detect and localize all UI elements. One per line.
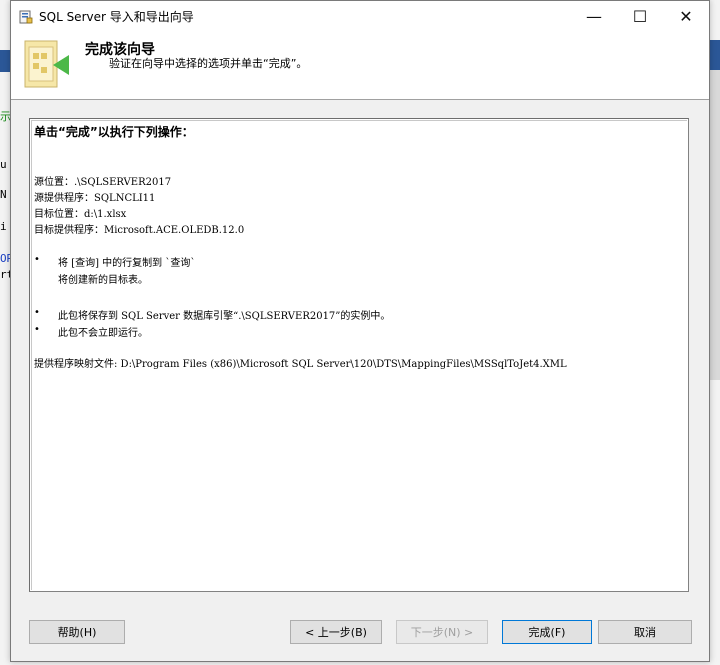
background-glyph: OR xyxy=(0,252,10,265)
close-button[interactable]: ✕ xyxy=(663,1,709,31)
summary-content: 单击“完成”以执行下列操作： 源位置：.\SQLSERVER2017 源提供程序… xyxy=(31,120,687,590)
summary-line: 目标位置：d:\1.xlsx xyxy=(34,209,127,220)
background-accent-bar-right xyxy=(710,40,720,70)
wizard-arrow-icon xyxy=(19,37,71,93)
bullet-marker: • xyxy=(34,307,40,318)
background-glyph: N xyxy=(0,188,7,201)
window-title: SQL Server 导入和导出向导 xyxy=(39,10,194,24)
page-subtitle: 验证在向导中选择的选项并单击“完成”。 xyxy=(109,57,308,70)
wizard-dialog: SQL Server 导入和导出向导 — ☐ ✕ 完成该向导 验证在向导中选择的… xyxy=(10,0,710,662)
maximize-button[interactable]: ☐ xyxy=(617,1,663,31)
minimize-button[interactable]: — xyxy=(571,1,617,31)
background-glyph: 示 xyxy=(0,110,10,123)
background-glyph: rt xyxy=(0,268,10,281)
back-button[interactable]: < 上一步(B) xyxy=(290,620,382,644)
background-glyph: u xyxy=(0,158,7,171)
bullet-marker: • xyxy=(34,324,40,335)
bullet-text: 此包不会立即运行。 xyxy=(58,328,148,339)
mapping-file-line: 提供程序映射文件: D:\Program Files (x86)\Microso… xyxy=(34,359,567,370)
summary-heading: 单击“完成”以执行下列操作： xyxy=(34,125,194,139)
finish-button[interactable]: 完成(F) xyxy=(502,620,592,644)
bullet-text: 将 [查询] 中的行复制到 `查询` xyxy=(58,258,196,269)
help-button[interactable]: 帮助(H) xyxy=(29,620,125,644)
title-bar[interactable]: SQL Server 导入和导出向导 — ☐ ✕ xyxy=(11,1,709,31)
summary-line: 源提供程序：SQLNCLI11 xyxy=(34,193,156,204)
bullet-text: 将创建新的目标表。 xyxy=(58,275,148,286)
summary-line: 源位置：.\SQLSERVER2017 xyxy=(34,177,172,188)
summary-line: 目标提供程序：Microsoft.ACE.OLEDB.12.0 xyxy=(34,225,245,236)
background-glyph: i xyxy=(0,220,7,233)
next-button[interactable]: 下一步(N) > xyxy=(396,620,488,644)
sql-server-wizard-icon xyxy=(19,9,33,24)
bullet-text: 此包将保存到 SQL Server 数据库引擎“.\SQLSERVER2017”… xyxy=(58,311,391,322)
wizard-header: 完成该向导 验证在向导中选择的选项并单击“完成”。 xyxy=(11,31,709,100)
background-scroll-strip xyxy=(710,70,720,380)
bullet-marker: • xyxy=(34,254,40,265)
cancel-button[interactable]: 取消 xyxy=(598,620,692,644)
summary-textbox[interactable]: 单击“完成”以执行下列操作： 源位置：.\SQLSERVER2017 源提供程序… xyxy=(29,118,689,592)
